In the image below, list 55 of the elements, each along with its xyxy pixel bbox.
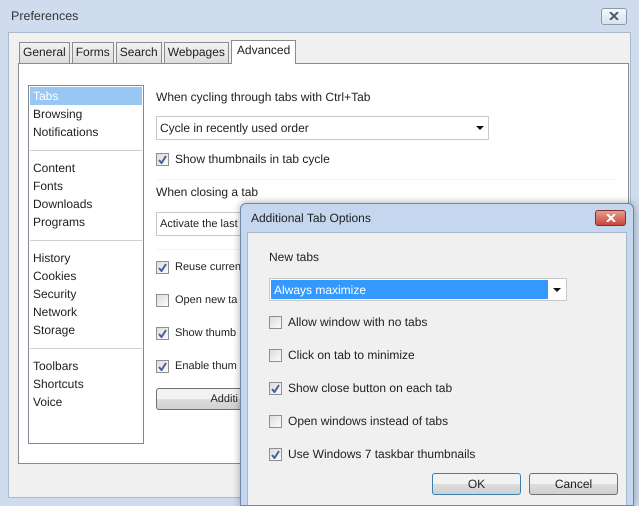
category-item[interactable]: Storage [30,321,142,339]
category-item[interactable]: Toolbars [30,357,142,375]
category-item[interactable]: Content [30,159,142,177]
close-button[interactable] [601,8,627,24]
tab[interactable]: Webpages [164,42,229,63]
tab[interactable]: General [19,42,70,63]
dialog-title: Additional Tab Options [250,210,371,227]
category-item[interactable]: History [30,249,142,267]
category-item[interactable]: Downloads [30,195,142,213]
section-label: When cycling through tabs with Ctrl+Tab [156,89,372,106]
category-item[interactable]: Voice [30,393,142,411]
cancel-button[interactable]: Cancel [529,473,618,495]
dropdown[interactable]: Cycle in recently used order [156,116,489,140]
checkbox[interactable] [269,448,282,460]
category-item[interactable]: Fonts [30,177,142,195]
category-item[interactable]: Network [30,303,142,321]
category-item[interactable]: Shortcuts [30,375,142,393]
checkbox-label: Use Windows 7 taskbar thumbnails [288,446,476,463]
checkbox[interactable] [269,414,282,428]
checkbox-label: Open windows instead of tabs [288,413,448,430]
checkbox-label: Allow window with no tabs [288,314,428,331]
caret-icon [552,288,560,292]
category-item[interactable]: Programs [30,213,142,231]
close-icon [604,214,616,222]
section-label: New tabs [269,249,320,266]
close-icon [608,12,620,20]
ok-button[interactable]: OK [432,473,521,495]
category-item[interactable]: Cookies [30,267,142,285]
checkbox-label: Show thumbnails in tab cycle [175,151,330,168]
checkbox[interactable] [269,316,282,328]
close-button[interactable] [595,210,626,226]
checkbox[interactable] [156,360,169,372]
category-item[interactable]: Notifications [30,123,142,141]
checkbox[interactable] [156,152,169,166]
window-title: Preferences [10,8,78,25]
tab[interactable]: Advanced [230,40,296,64]
options-button[interactable]: Additi [156,388,242,410]
checkbox[interactable] [269,382,282,394]
checkbox-label: Open new ta [175,292,238,308]
checkbox[interactable] [156,326,169,340]
checkbox[interactable] [269,348,282,362]
checkbox-label: Reuse curren [175,260,242,275]
category-item[interactable]: Browsing [30,105,142,123]
checkbox-label: Show close button on each tab [288,380,452,397]
tab[interactable]: Search [116,42,162,63]
dropdown[interactable]: Activate the last [156,212,242,236]
checkbox-label: Click on tab to minimize [288,347,415,364]
tab[interactable]: Forms [72,42,114,63]
category-item[interactable]: Security [30,285,142,303]
section-label: When closing a tab [156,184,260,201]
caret-icon [476,126,484,130]
checkbox-label: Show thumb [175,326,236,341]
checkbox[interactable] [156,294,169,306]
checkbox[interactable] [156,260,169,274]
checkbox-label: Enable thum [175,358,237,374]
